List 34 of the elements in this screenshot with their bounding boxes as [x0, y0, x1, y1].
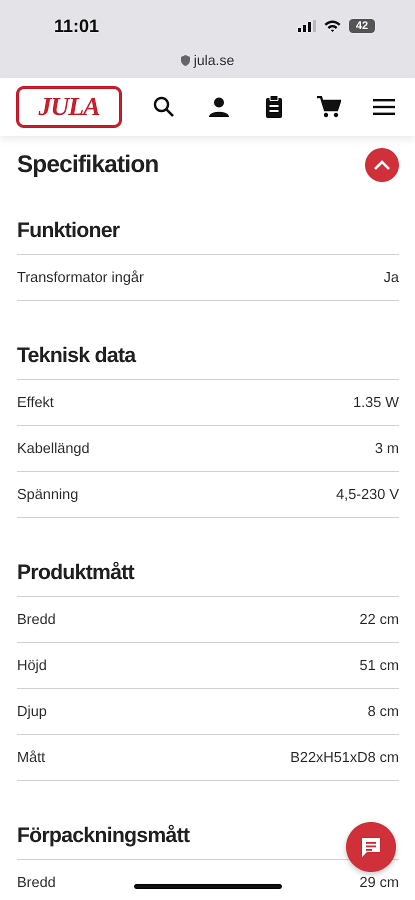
spec-value: Ja: [384, 270, 399, 286]
spec-value: 22 cm: [360, 612, 399, 628]
battery-level: 42: [349, 19, 375, 33]
wifi-icon: [324, 20, 341, 32]
jula-logo[interactable]: JULA: [16, 86, 122, 128]
spec-value: 29 cm: [360, 874, 399, 890]
spec-label: Kabellängd: [17, 440, 90, 456]
chat-button[interactable]: [346, 822, 396, 872]
spec-label: Bredd: [17, 612, 56, 628]
spec-label: Effekt: [17, 394, 54, 410]
section-heading: Funktioner: [17, 208, 399, 255]
collapse-button[interactable]: [365, 148, 399, 182]
url-text[interactable]: jula.se: [194, 52, 234, 68]
spec-value: 3 m: [374, 440, 399, 456]
spec-label: Höjd: [17, 658, 47, 674]
chat-icon: [360, 836, 382, 858]
cart-icon[interactable]: [316, 94, 342, 120]
spec-value: B22xH51xD8 cm: [290, 750, 399, 766]
spec-value: 51 cm: [360, 658, 399, 674]
spec-label: Transformator ingår: [17, 270, 144, 286]
spec-value: 4,5-230 V: [336, 486, 399, 502]
shield-icon: [180, 54, 190, 66]
status-time: 11:01: [54, 16, 100, 36]
spec-label: Spänning: [17, 486, 78, 502]
spec-label: Mått: [17, 750, 46, 766]
chevron-up-icon: [373, 160, 391, 170]
spec-label: Djup: [17, 704, 47, 720]
spec-label: Bredd: [17, 874, 56, 890]
spec-value: 8 cm: [368, 704, 399, 720]
spec-value: 1.35 W: [353, 394, 399, 410]
section-heading: Teknisk data: [17, 333, 399, 380]
signal-icon: [298, 20, 316, 32]
section-heading: Produktmått: [17, 550, 399, 597]
page-title: Specifikation: [17, 151, 159, 179]
